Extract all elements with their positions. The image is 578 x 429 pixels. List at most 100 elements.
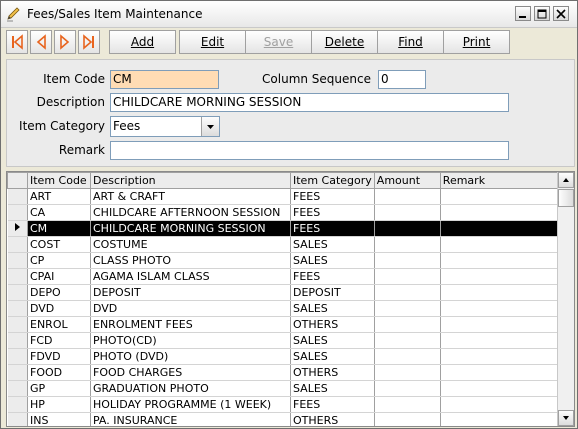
- row-indicator[interactable]: [7, 332, 28, 349]
- remark-cell[interactable]: [440, 396, 567, 413]
- remark-cell[interactable]: [440, 348, 567, 365]
- row-indicator[interactable]: [7, 220, 28, 237]
- close-button[interactable]: [553, 6, 569, 21]
- scroll-up-button[interactable]: [558, 172, 574, 188]
- item-code-cell[interactable]: CP: [27, 252, 91, 269]
- scroll-down-button[interactable]: [558, 410, 574, 426]
- maximize-button[interactable]: [534, 6, 550, 21]
- item-category-cell[interactable]: SALES: [290, 300, 375, 317]
- remark-cell[interactable]: [440, 252, 567, 269]
- remark-cell[interactable]: [440, 316, 567, 333]
- amount-cell[interactable]: [374, 332, 441, 349]
- item-code-field[interactable]: CM: [110, 70, 219, 89]
- table-row[interactable]: ART ART & CRAFT FEES: [7, 188, 567, 205]
- item-code-cell[interactable]: ENROL: [27, 316, 91, 333]
- description-cell[interactable]: DVD: [90, 300, 291, 317]
- item-category-cell[interactable]: FEES: [290, 268, 375, 285]
- item-category-column-header[interactable]: Item Category: [290, 172, 375, 189]
- item-category-cell[interactable]: OTHERS: [290, 364, 375, 381]
- delete-button[interactable]: Delete: [311, 30, 378, 54]
- remark-cell[interactable]: [440, 268, 567, 285]
- column-sequence-field[interactable]: 0: [378, 70, 426, 89]
- remark-cell[interactable]: [440, 188, 567, 205]
- description-field[interactable]: CHILDCARE MORNING SESSION: [110, 93, 509, 112]
- row-indicator[interactable]: [7, 188, 28, 205]
- row-indicator[interactable]: [7, 236, 28, 253]
- row-indicator[interactable]: [7, 380, 28, 397]
- save-button[interactable]: Save: [245, 30, 312, 54]
- table-row[interactable]: HP HOLIDAY PROGRAMME (1 WEEK) FEES: [7, 396, 567, 413]
- remark-cell[interactable]: [440, 236, 567, 253]
- amount-cell[interactable]: [374, 396, 441, 413]
- minimize-button[interactable]: [515, 6, 531, 21]
- remark-cell[interactable]: [440, 284, 567, 301]
- remark-cell[interactable]: [440, 300, 567, 317]
- item-category-cell[interactable]: FEES: [290, 220, 375, 237]
- item-code-cell[interactable]: DEPO: [27, 284, 91, 301]
- item-code-column-header[interactable]: Item Code: [27, 172, 91, 189]
- table-row[interactable]: FCD PHOTO(CD) SALES: [7, 332, 567, 349]
- item-category-select[interactable]: Fees: [110, 116, 220, 137]
- remark-column-header[interactable]: Remark: [439, 172, 567, 189]
- item-code-cell[interactable]: DVD: [27, 300, 91, 317]
- amount-cell[interactable]: [374, 300, 441, 317]
- amount-column-header[interactable]: Amount: [373, 172, 441, 189]
- remark-cell[interactable]: [440, 380, 567, 397]
- table-row[interactable]: DEPO DEPOSIT DEPOSIT: [7, 284, 567, 301]
- amount-cell[interactable]: [374, 284, 441, 301]
- amount-cell[interactable]: [374, 252, 441, 269]
- first-record-button[interactable]: [6, 30, 28, 54]
- last-record-button[interactable]: [78, 30, 100, 54]
- remark-cell[interactable]: [440, 364, 567, 381]
- row-indicator[interactable]: [7, 412, 28, 426]
- description-cell[interactable]: CLASS PHOTO: [90, 252, 291, 269]
- amount-cell[interactable]: [374, 220, 441, 237]
- amount-cell[interactable]: [374, 204, 441, 221]
- item-code-cell[interactable]: FOOD: [27, 364, 91, 381]
- description-cell[interactable]: PHOTO (DVD): [90, 348, 291, 365]
- item-category-cell[interactable]: FEES: [290, 188, 375, 205]
- next-record-button[interactable]: [54, 30, 76, 54]
- item-code-cell[interactable]: CM: [27, 220, 91, 237]
- remark-cell[interactable]: [440, 204, 567, 221]
- item-code-cell[interactable]: FDVD: [27, 348, 91, 365]
- table-row[interactable]: ENROL ENROLMENT FEES OTHERS: [7, 316, 567, 333]
- description-cell[interactable]: HOLIDAY PROGRAMME (1 WEEK): [90, 396, 291, 413]
- amount-cell[interactable]: [374, 188, 441, 205]
- description-cell[interactable]: PA. INSURANCE: [90, 412, 291, 426]
- row-indicator[interactable]: [7, 364, 28, 381]
- remark-cell[interactable]: [440, 332, 567, 349]
- amount-cell[interactable]: [374, 364, 441, 381]
- row-indicator[interactable]: [7, 252, 28, 269]
- item-category-cell[interactable]: SALES: [290, 380, 375, 397]
- amount-cell[interactable]: [374, 412, 441, 426]
- item-code-cell[interactable]: ART: [27, 188, 91, 205]
- description-cell[interactable]: CHILDCARE MORNING SESSION: [90, 220, 291, 237]
- add-button[interactable]: Add: [109, 30, 176, 54]
- item-category-cell[interactable]: OTHERS: [290, 316, 375, 333]
- table-row[interactable]: FOOD FOOD CHARGES OTHERS: [7, 364, 567, 381]
- table-row[interactable]: FDVD PHOTO (DVD) SALES: [7, 348, 567, 365]
- item-category-cell[interactable]: SALES: [290, 348, 375, 365]
- row-indicator[interactable]: [7, 396, 28, 413]
- find-button[interactable]: Find: [377, 30, 444, 54]
- table-row[interactable]: CP CLASS PHOTO SALES: [7, 252, 567, 269]
- description-column-header[interactable]: Description: [90, 172, 291, 189]
- table-row[interactable]: CPAI AGAMA ISLAM CLASS FEES: [7, 268, 567, 285]
- description-cell[interactable]: DEPOSIT: [90, 284, 291, 301]
- amount-cell[interactable]: [374, 316, 441, 333]
- table-row[interactable]: GP GRADUATION PHOTO SALES: [7, 380, 567, 397]
- remark-cell[interactable]: [440, 412, 567, 426]
- row-indicator[interactable]: [7, 204, 28, 221]
- item-code-cell[interactable]: CA: [27, 204, 91, 221]
- row-indicator[interactable]: [7, 300, 28, 317]
- item-category-cell[interactable]: FEES: [290, 396, 375, 413]
- vertical-scrollbar[interactable]: [557, 172, 574, 426]
- item-category-cell[interactable]: FEES: [290, 204, 375, 221]
- amount-cell[interactable]: [374, 348, 441, 365]
- item-code-cell[interactable]: FCD: [27, 332, 91, 349]
- item-category-cell[interactable]: SALES: [290, 252, 375, 269]
- amount-cell[interactable]: [374, 268, 441, 285]
- item-category-cell[interactable]: SALES: [290, 236, 375, 253]
- row-indicator[interactable]: [7, 316, 28, 333]
